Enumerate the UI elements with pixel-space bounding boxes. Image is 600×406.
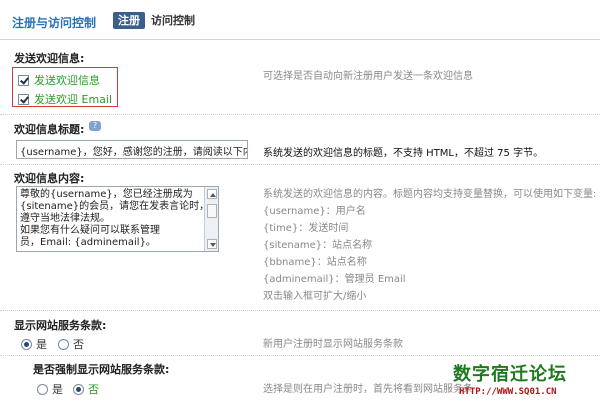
show-terms-description: 新用户注册时显示网站服务条款 <box>263 339 403 350</box>
textarea-line: 尊敬的{username}，您已经注册成为 <box>20 189 193 200</box>
send-welcome-message-label: 发送欢迎信息 <box>34 74 100 87</box>
divider <box>0 164 600 165</box>
divider <box>0 355 600 356</box>
desc-line: 系统发送的欢迎信息的内容。标题内容均支持变量替换，可以使用如下变量: <box>263 189 597 200</box>
welcome-title-description: 系统发送的欢迎信息的标题，不支持 HTML，不超过 75 字节。 <box>263 148 544 159</box>
scroll-up-arrow-icon[interactable] <box>207 189 217 199</box>
show-terms-no-option[interactable]: 否 <box>58 336 84 352</box>
show-terms-no-radio[interactable] <box>58 338 69 350</box>
welcome-content-description: 系统发送的欢迎信息的内容。标题内容均支持变量替换，可以使用如下变量: {user… <box>263 186 596 305</box>
force-terms-label: 是否强制显示网站服务条款: <box>33 363 170 376</box>
send-welcome-message-option[interactable]: 发送欢迎信息 <box>18 72 100 88</box>
send-welcome-email-label: 发送欢迎 Email <box>34 93 113 106</box>
show-terms-yes-option[interactable]: 是 <box>21 336 47 352</box>
page-header: 注册与访问控制 注册 访问控制 <box>0 0 600 40</box>
desc-line: {sitename}：站点名称 <box>263 240 373 251</box>
send-welcome-email-checkbox[interactable] <box>18 93 29 105</box>
watermark-url: HTTP://WWW.SQ01.CN <box>459 387 557 397</box>
send-welcome-email-option[interactable]: 发送欢迎 Email <box>18 91 112 107</box>
show-terms-no-label: 否 <box>73 338 84 351</box>
watermark-logo-text: 数字宿迁论坛 <box>453 364 567 385</box>
tab-access-control[interactable]: 访问控制 <box>146 12 200 29</box>
force-terms-no-label: 否 <box>88 383 99 396</box>
welcome-send-label: 发送欢迎信息: <box>14 52 85 65</box>
textarea-line: {sitename}的会员，请您在发表言论时， <box>20 201 210 212</box>
textarea-scrollbar[interactable] <box>204 187 218 251</box>
help-bubble-icon[interactable]: ? <box>89 121 101 131</box>
force-terms-yes-radio[interactable] <box>37 383 48 395</box>
welcome-content-textarea[interactable]: 尊敬的{username}，您已经注册成为 {sitename}的会员，请您在发… <box>16 186 219 252</box>
scroll-thumb[interactable] <box>207 204 217 218</box>
desc-line: {time}：发送时间 <box>263 223 349 234</box>
show-terms-yes-radio[interactable] <box>21 338 32 350</box>
force-terms-description: 选择是则在用户注册时，首先将看到网站服务条 <box>263 384 473 395</box>
desc-line: {bbname}：站点名称 <box>263 257 367 268</box>
welcome-title-label: 欢迎信息标题: <box>14 123 85 136</box>
show-terms-label: 显示网站服务条款: <box>14 319 107 332</box>
show-terms-yes-label: 是 <box>36 338 47 351</box>
force-terms-no-radio[interactable] <box>73 383 84 395</box>
desc-line: {adminemail}：管理员 Email <box>263 274 406 285</box>
tab-register[interactable]: 注册 <box>113 12 145 29</box>
desc-line: 双击输入框可扩大/缩小 <box>263 291 367 302</box>
send-welcome-message-checkbox[interactable] <box>18 74 29 86</box>
page-title: 注册与访问控制 <box>12 16 97 30</box>
force-terms-yes-label: 是 <box>52 383 63 396</box>
textarea-line: 员，Email: {adminemail}。 <box>20 237 156 248</box>
textarea-line: 如果您有什么疑问可以联系管理 <box>20 225 160 236</box>
scroll-down-arrow-icon[interactable] <box>207 239 217 249</box>
divider <box>0 114 600 115</box>
force-terms-yes-option[interactable]: 是 <box>37 381 63 397</box>
textarea-line: 遵守当地法律法规。 <box>20 213 110 224</box>
force-terms-no-option[interactable]: 否 <box>73 381 99 397</box>
welcome-send-description: 可选择是否自动向新注册用户发送一条欢迎信息 <box>263 71 473 82</box>
welcome-title-input[interactable]: {username}，您好，感谢您的注册，请阅读以下内容。 <box>16 140 248 159</box>
welcome-content-label: 欢迎信息内容: <box>14 172 85 185</box>
desc-line: {username}：用户名 <box>263 206 366 217</box>
divider <box>0 310 600 311</box>
